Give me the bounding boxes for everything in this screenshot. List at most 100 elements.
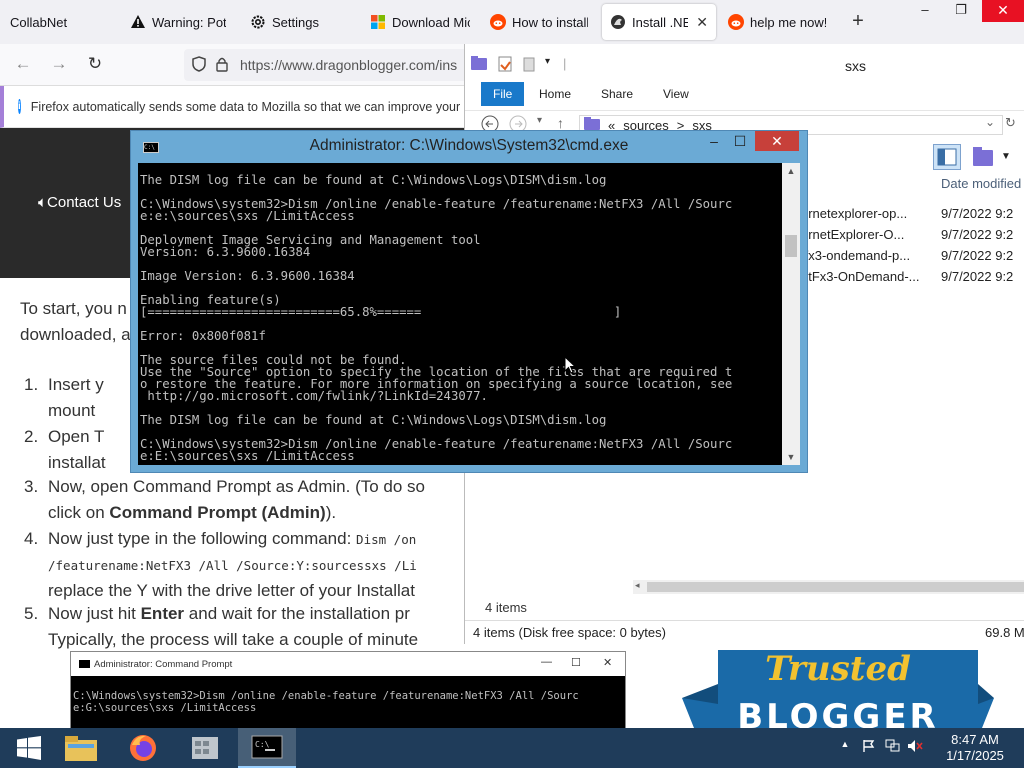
- svg-text:C:\: C:\: [255, 740, 270, 749]
- tab-warning[interactable]: Warning: Pote: [122, 4, 234, 40]
- info-icon: i: [18, 99, 21, 114]
- tab-title: How to install: [512, 14, 588, 30]
- article-cmd-screenshot: Administrator: Command Prompt — ☐ ✕ C:\W…: [70, 651, 626, 731]
- file-row[interactable]: tfx3-ondemand-p... 9/7/2022 9:2: [801, 248, 1013, 268]
- tab-how-to-install[interactable]: How to install: [482, 4, 596, 40]
- cmd-titlebar[interactable]: C:\ Administrator: C:\Windows\System32\c…: [131, 131, 807, 163]
- clock-time: 8:47 AM: [951, 732, 999, 747]
- cmd-vertical-scrollbar[interactable]: ▲ ▼: [782, 163, 800, 465]
- show-hidden-icons-icon[interactable]: ▲: [836, 739, 854, 749]
- clock-date: 1/17/2025: [946, 748, 1004, 763]
- warning-icon: [130, 14, 146, 30]
- file-row[interactable]: ernetexplorer-op... 9/7/2022 9:2: [801, 206, 1013, 226]
- file-row[interactable]: etFx3-OnDemand-... 9/7/2022 9:2: [801, 269, 1013, 289]
- cmd-icon: [79, 660, 90, 668]
- tab-settings[interactable]: Settings: [242, 4, 358, 40]
- file-explorer-taskbar-icon[interactable]: [52, 728, 110, 768]
- new-folder-icon[interactable]: [521, 56, 537, 75]
- dragonblogger-icon: [610, 14, 626, 30]
- properties-icon[interactable]: [497, 56, 513, 75]
- browser-tab-strip: CollabNet Warning: Pote Settings Downloa…: [0, 0, 1024, 44]
- cmd-output: The DISM log file can be found at C:\Win…: [140, 173, 733, 463]
- volume-muted-icon[interactable]: [906, 739, 924, 756]
- chevron-down-icon[interactable]: ⌄: [985, 115, 995, 129]
- back-arrow-icon[interactable]: ←: [12, 54, 34, 74]
- tab-title: Settings: [272, 14, 319, 30]
- url-text: https://www.dragonblogger.com/ins: [240, 57, 458, 73]
- reddit-icon: [490, 14, 506, 30]
- explorer-status-bar: 4 items (Disk free space: 0 bytes) 69.8 …: [465, 620, 1024, 644]
- tab-help-me-now[interactable]: help me now!!: [720, 4, 834, 40]
- close-tab-icon[interactable]: ✕: [696, 14, 708, 31]
- chevron-down-icon[interactable]: ▾: [545, 56, 550, 67]
- app-window-taskbar-icon[interactable]: [176, 728, 234, 768]
- step3-line2: click on Command Prompt (Admin)).: [48, 502, 337, 522]
- contact-us-link[interactable]: 🔈︎Contact Us: [38, 194, 121, 211]
- scroll-left-icon[interactable]: ◂: [635, 580, 640, 591]
- start-button[interactable]: [0, 728, 58, 768]
- scrollbar-thumb[interactable]: [785, 235, 797, 257]
- badge-line1: Trusted: [765, 649, 911, 689]
- url-bar[interactable]: https://www.dragonblogger.com/ins: [184, 49, 474, 81]
- refresh-icon[interactable]: ↻: [1005, 115, 1016, 131]
- cmd-minimize-button[interactable]: –: [701, 133, 727, 149]
- cmd-close-button[interactable]: ✕: [755, 131, 799, 151]
- restore-icon: ☐: [571, 657, 581, 669]
- step5-line1: Now just hit Enter and wait for the inst…: [48, 604, 410, 623]
- reddit-icon: [728, 14, 744, 30]
- status-size: 69.8 M: [985, 625, 1024, 640]
- notification-text: Firefox automatically sends some data to…: [30, 99, 477, 114]
- tab-title: help me now!!: [750, 14, 826, 30]
- tab-title: Download Mic: [392, 14, 470, 30]
- tab-collabnet[interactable]: CollabNet: [2, 4, 112, 40]
- command-prompt-taskbar-icon[interactable]: C:\: [238, 728, 296, 768]
- file-row[interactable]: ernetExplorer-O... 9/7/2022 9:2: [801, 227, 1013, 247]
- item-count: 4 items: [485, 600, 527, 615]
- step-item: 3. Now, open Command Prompt as Admin. (T…: [24, 474, 468, 525]
- cmd-console[interactable]: The DISM log file can be found at C:\Win…: [138, 163, 782, 465]
- mini-cmd-output: C:\Windows\system32>Dism /online /enable…: [73, 690, 579, 714]
- reload-icon[interactable]: ↻: [84, 54, 106, 74]
- badge-line2: BLOGGER: [737, 697, 939, 728]
- browser-navbar: ← → ↻ https://www.dragonblogger.com/ins: [0, 44, 474, 86]
- ribbon-tab-view[interactable]: View: [651, 82, 701, 106]
- mini-cmd-titlebar: Administrator: Command Prompt — ☐ ✕: [71, 652, 625, 676]
- ribbon-tab-file[interactable]: File: [481, 82, 525, 106]
- tracking-shield-icon[interactable]: [192, 55, 212, 75]
- trusted-blogger-badge: Trusted BLOGGER: [652, 644, 1024, 737]
- up-arrow-icon[interactable]: ↑: [557, 115, 564, 131]
- close-icon: ✕: [603, 657, 613, 669]
- chevron-down-icon[interactable]: ▼: [1001, 144, 1024, 170]
- cmd-maximize-button[interactable]: ☐: [727, 133, 753, 150]
- column-header-date-modified[interactable]: Date modified: [941, 176, 1021, 191]
- tab-title: Warning: Pote: [152, 14, 226, 30]
- tab-download-microsoft[interactable]: Download Mic: [362, 4, 478, 40]
- browser-minimize-button[interactable]: –: [908, 0, 942, 22]
- minimize-icon: —: [541, 656, 552, 668]
- recent-locations-icon[interactable]: ▾: [537, 115, 542, 126]
- ribbon-tab-home[interactable]: Home: [527, 82, 583, 106]
- forward-arrow-icon[interactable]: →: [48, 54, 70, 74]
- action-center-flag-icon[interactable]: [860, 739, 878, 756]
- step-item: 4. Now just type in the following comman…: [24, 526, 468, 604]
- lock-icon[interactable]: [216, 56, 236, 75]
- details-view-button[interactable]: [933, 144, 961, 170]
- scroll-up-icon[interactable]: ▲: [782, 163, 800, 179]
- horizontal-scrollbar[interactable]: ◂: [633, 580, 1024, 594]
- browser-close-button[interactable]: ✕: [982, 0, 1024, 22]
- network-icon[interactable]: [884, 739, 902, 756]
- browser-restore-button[interactable]: ❐: [944, 0, 978, 22]
- separator-icon: |: [563, 56, 567, 71]
- taskbar-clock[interactable]: 8:47 AM 1/17/2025: [930, 732, 1020, 764]
- firefox-taskbar-icon[interactable]: [114, 728, 172, 768]
- scroll-down-icon[interactable]: ▼: [782, 449, 800, 465]
- tab-title: CollabNet: [10, 14, 68, 30]
- mouse-cursor-icon: [564, 355, 577, 377]
- tab-install-net[interactable]: Install .NET ✕: [602, 4, 716, 40]
- step-item: 5. Now just hit Enter and wait for the i…: [24, 601, 468, 652]
- taskbar: C:\ ▲ 8:47 AM 1/17/2025: [0, 728, 1024, 768]
- new-tab-button[interactable]: +: [848, 10, 868, 33]
- ribbon-tab-share[interactable]: Share: [589, 82, 645, 106]
- folder-view-icon[interactable]: [971, 144, 999, 170]
- scrollbar-thumb[interactable]: [647, 582, 1024, 592]
